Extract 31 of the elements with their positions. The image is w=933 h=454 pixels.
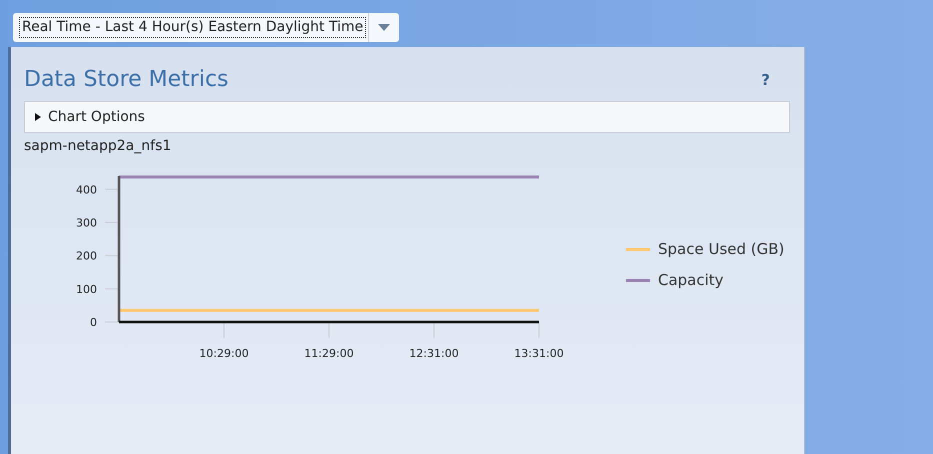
x-tick-label: 12:31:00 <box>409 347 459 360</box>
legend-swatch <box>626 278 650 282</box>
legend-label: Capacity <box>658 271 724 289</box>
y-tick-label: 0 <box>90 316 97 329</box>
caret-icon <box>378 24 390 31</box>
y-tick-label: 400 <box>76 183 97 196</box>
x-tick: 12:31:00 <box>409 322 459 360</box>
y-tick: 100 <box>76 282 120 296</box>
legend-label: Space Used (GB) <box>658 240 784 258</box>
help-link[interactable]: ? <box>761 70 770 88</box>
panel-title: Data Store Metrics <box>24 67 229 92</box>
datastore-name: sapm-netapp2a_nfs1 <box>24 138 172 154</box>
y-tick-label: 100 <box>76 282 97 296</box>
y-tick-label: 300 <box>76 216 97 230</box>
x-tick: 10:29:00 <box>199 322 249 360</box>
y-tick-label: 200 <box>76 250 97 263</box>
x-tick: 13:31:00 <box>514 322 564 360</box>
y-tick: 0 <box>90 316 120 329</box>
x-tick: 11:29:00 <box>304 322 354 360</box>
y-tick: 300 <box>76 216 120 230</box>
chart-options-label: Chart Options <box>48 109 145 125</box>
expand-triangle-icon <box>35 113 41 121</box>
x-tick-label: 13:31:00 <box>514 347 564 360</box>
x-tick-label: 10:29:00 <box>199 347 249 360</box>
chart-options-bar[interactable]: Chart Options <box>24 101 790 133</box>
time-range-value: Real Time - Last 4 Hour(s) Eastern Daylight Time <box>19 17 366 38</box>
legend-swatch <box>626 248 650 250</box>
y-tick: 400 <box>76 183 120 196</box>
y-tick: 200 <box>76 250 120 263</box>
time-range-dropdown[interactable]: Real Time - Last 4 Hour(s) Eastern Daylight Time <box>13 13 400 42</box>
x-tick-label: 11:29:00 <box>304 347 354 360</box>
